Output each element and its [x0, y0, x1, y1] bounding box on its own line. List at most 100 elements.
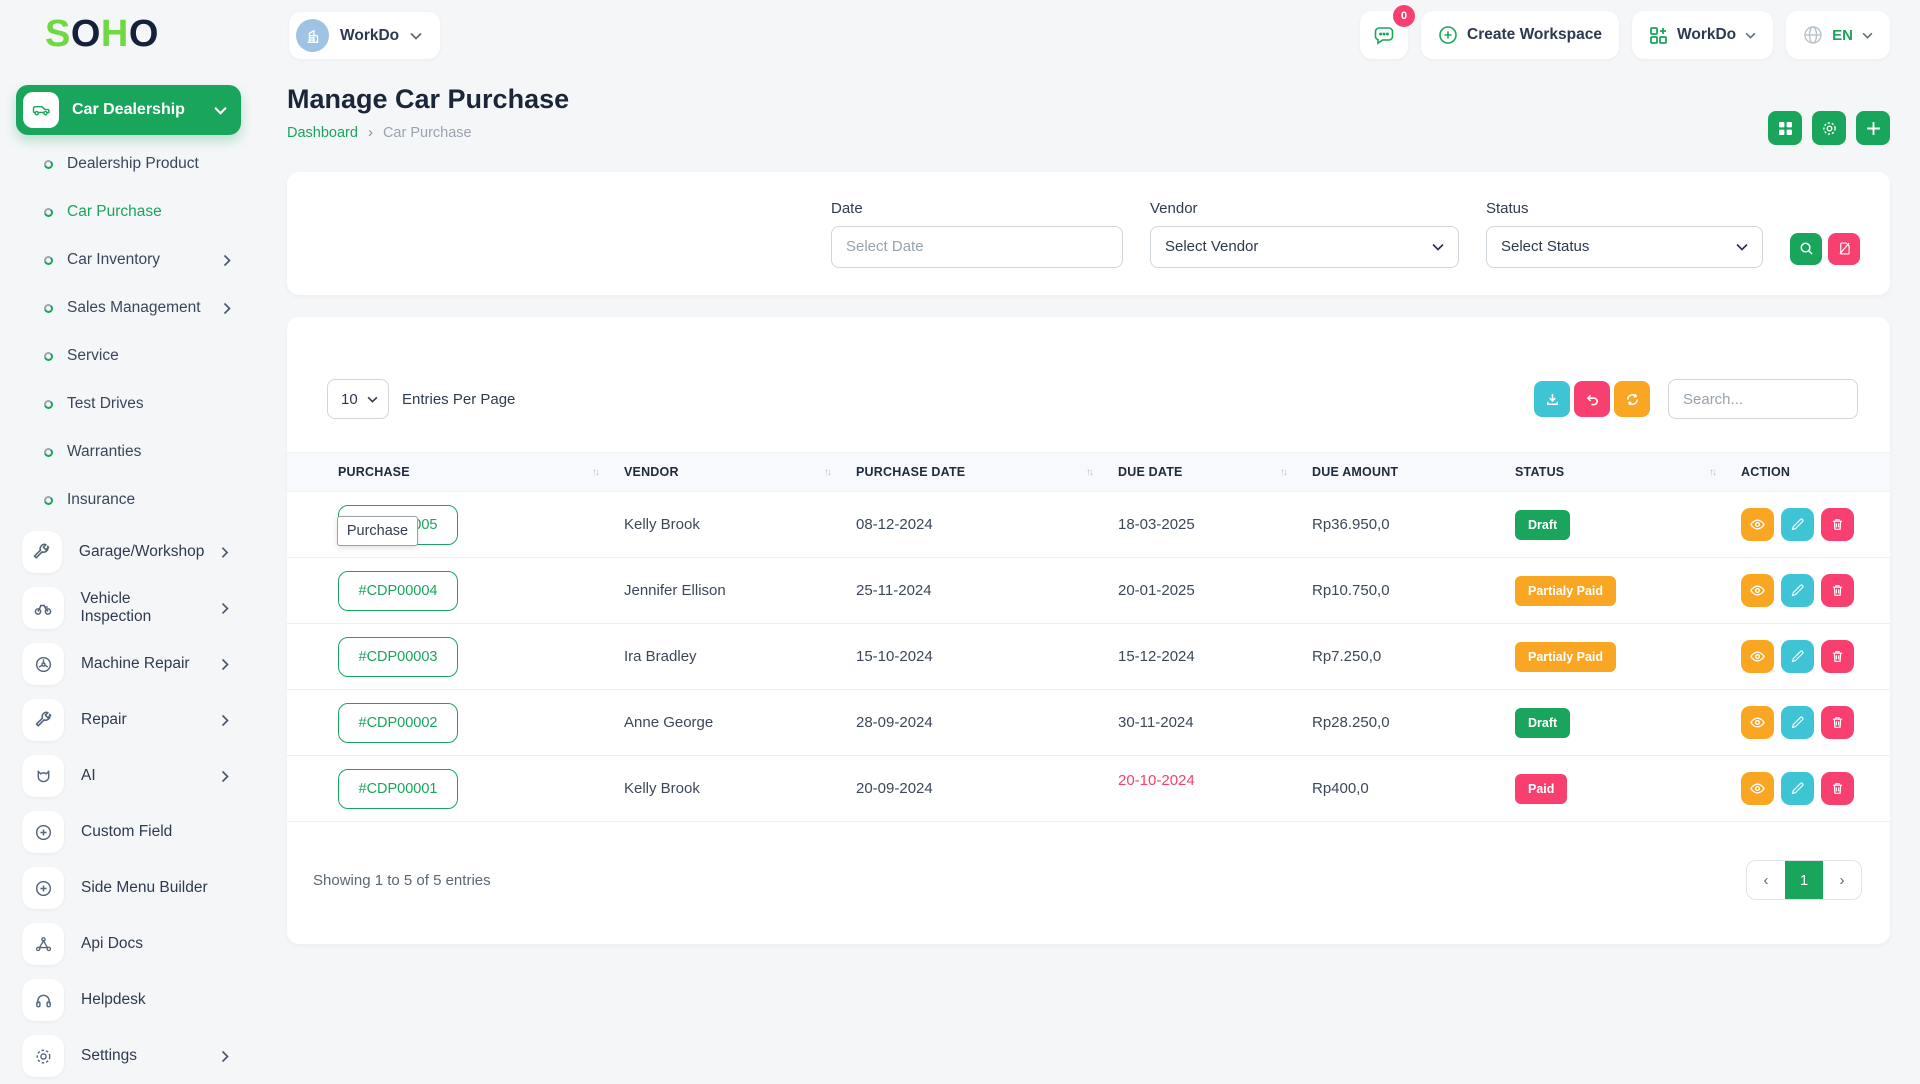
- grid-icon: [1778, 121, 1793, 136]
- table-row: #CDP00005 Purchase Kelly Brook 08-12-202…: [287, 492, 1890, 558]
- sidebar-item-custom-field[interactable]: Custom Field: [16, 804, 241, 860]
- view-button[interactable]: [1741, 574, 1774, 607]
- trash-icon: [1830, 517, 1845, 532]
- sidebar-item-garage-workshop[interactable]: Garage/Workshop: [16, 524, 241, 580]
- sort-icon[interactable]: ↑↓: [592, 467, 598, 478]
- breadcrumb-current: Car Purchase: [383, 125, 472, 141]
- messages-button[interactable]: 0: [1360, 11, 1408, 59]
- page-header: Manage Car Purchase Dashboard › Car Purc…: [287, 84, 1890, 145]
- gear-icon: [22, 1035, 64, 1077]
- sidebar-item-insurance[interactable]: Insurance: [16, 476, 241, 524]
- purchase-date-cell: 15-10-2024: [856, 648, 1118, 665]
- delete-button[interactable]: [1821, 640, 1854, 673]
- sidebar-item-service[interactable]: Service: [16, 332, 241, 380]
- app-switcher-button[interactable]: WorkDo: [1632, 11, 1773, 59]
- edit-button[interactable]: [1781, 706, 1814, 739]
- purchase-id-badge[interactable]: #CDP00003: [338, 637, 458, 677]
- create-workspace-button[interactable]: Create Workspace: [1421, 11, 1619, 59]
- globe-icon: [1803, 25, 1823, 45]
- delete-button[interactable]: [1821, 772, 1854, 805]
- add-purchase-button[interactable]: [1856, 111, 1890, 145]
- edit-button[interactable]: [1781, 640, 1814, 673]
- sidebar-item-sales-management[interactable]: Sales Management: [16, 284, 241, 332]
- sidebar-item-ai[interactable]: AI: [16, 748, 241, 804]
- filter-status-group: Status Select Status: [1486, 200, 1763, 268]
- table-search-input[interactable]: [1668, 379, 1858, 419]
- page-header-actions: [1768, 111, 1890, 145]
- sidebar-item-side-menu-builder[interactable]: Side Menu Builder: [16, 860, 241, 916]
- pagination-prev-button[interactable]: ‹: [1747, 861, 1785, 899]
- purchase-id-badge[interactable]: #CDP00004: [338, 571, 458, 611]
- sidebar-app-car-dealership[interactable]: Car Dealership: [16, 85, 241, 135]
- breadcrumb-dashboard-link[interactable]: Dashboard: [287, 125, 358, 141]
- sidebar-item-settings[interactable]: Settings: [16, 1028, 241, 1084]
- sidebar-item-label: AI: [81, 767, 96, 785]
- date-input[interactable]: [831, 226, 1123, 268]
- entries-per-page-select[interactable]: 10: [327, 379, 389, 419]
- wrench-icon: [22, 699, 64, 741]
- language-selector[interactable]: EN: [1786, 11, 1890, 59]
- chevron-down-icon: [1862, 32, 1873, 39]
- create-workspace-label: Create Workspace: [1467, 26, 1602, 44]
- page-title: Manage Car Purchase: [287, 84, 569, 115]
- sidebar-item-vehicle-inspection[interactable]: Vehicle Inspection: [16, 580, 241, 636]
- sidebar-item-car-purchase[interactable]: Car Purchase: [16, 188, 241, 236]
- chevron-right-icon: [221, 1050, 229, 1063]
- sidebar-item-repair[interactable]: Repair: [16, 692, 241, 748]
- due-amount-cell: Rp36.950,0: [1312, 516, 1515, 533]
- sidebar-item-machine-repair[interactable]: Machine Repair: [16, 636, 241, 692]
- sort-icon[interactable]: ↑↓: [1086, 467, 1092, 478]
- workspace-switcher[interactable]: WorkDo: [289, 12, 440, 59]
- filter-vendor-group: Vendor Select Vendor: [1150, 200, 1459, 268]
- purchase-id-badge[interactable]: #CDP00002: [338, 703, 458, 743]
- edit-button[interactable]: [1781, 772, 1814, 805]
- pagination-current-page[interactable]: 1: [1785, 861, 1823, 899]
- refresh-button[interactable]: [1614, 381, 1650, 417]
- pencil-icon: [1790, 517, 1805, 532]
- view-button[interactable]: [1741, 508, 1774, 541]
- language-code: EN: [1832, 27, 1853, 44]
- sidebar-item-helpdesk[interactable]: Helpdesk: [16, 972, 241, 1028]
- sidebar-item-warranties[interactable]: Warranties: [16, 428, 241, 476]
- sort-icon[interactable]: ↑↓: [1709, 467, 1715, 478]
- edit-button[interactable]: [1781, 574, 1814, 607]
- view-button[interactable]: [1741, 640, 1774, 673]
- app-switcher-label: WorkDo: [1677, 26, 1736, 44]
- grid-view-button[interactable]: [1768, 111, 1802, 145]
- status-select[interactable]: Select Status: [1486, 226, 1763, 268]
- gear-icon: [1821, 120, 1838, 137]
- sidebar-item-dealership-product[interactable]: Dealership Product: [16, 140, 241, 188]
- undo-button[interactable]: [1574, 381, 1610, 417]
- breadcrumb-separator-icon: ›: [368, 124, 373, 141]
- sidebar-item-test-drives[interactable]: Test Drives: [16, 380, 241, 428]
- delete-button[interactable]: [1821, 706, 1854, 739]
- table-header-row: PURCHASE ↑↓ VENDOR ↑↓ PURCHASE DATE ↑↓ D…: [287, 452, 1890, 492]
- sidebar-item-api-docs[interactable]: Api Docs: [16, 916, 241, 972]
- settings-button[interactable]: [1812, 111, 1846, 145]
- vendor-select[interactable]: Select Vendor: [1150, 226, 1459, 268]
- delete-button[interactable]: [1821, 508, 1854, 541]
- status-label: Status: [1486, 200, 1763, 217]
- delete-button[interactable]: [1821, 574, 1854, 607]
- export-button[interactable]: [1534, 381, 1570, 417]
- purchase-id-badge[interactable]: #CDP00001: [338, 769, 458, 809]
- clear-filter-button[interactable]: [1828, 233, 1860, 265]
- view-button[interactable]: [1741, 772, 1774, 805]
- sort-icon[interactable]: ↑↓: [824, 467, 830, 478]
- pagination-next-button[interactable]: ›: [1823, 861, 1861, 899]
- edit-button[interactable]: [1781, 508, 1814, 541]
- chevron-down-icon: [367, 396, 378, 403]
- entries-per-page-label: Entries Per Page: [402, 391, 515, 408]
- table-row: #CDP00001 Kelly Brook 20-09-2024 20-10-2…: [287, 756, 1890, 822]
- sidebar-item-label: Api Docs: [81, 935, 143, 953]
- bullet-icon: [44, 448, 53, 457]
- sidebar-item-car-inventory[interactable]: Car Inventory: [16, 236, 241, 284]
- status-badge: Partialy Paid: [1515, 642, 1616, 672]
- chevron-right-icon: [221, 770, 229, 783]
- api-nodes-icon: [22, 923, 64, 965]
- sort-icon[interactable]: ↑↓: [1280, 467, 1286, 478]
- entries-per-page-value: 10: [341, 391, 358, 408]
- apply-filter-button[interactable]: [1790, 233, 1822, 265]
- sidebar-item-label: Garage/Workshop: [79, 543, 205, 561]
- view-button[interactable]: [1741, 706, 1774, 739]
